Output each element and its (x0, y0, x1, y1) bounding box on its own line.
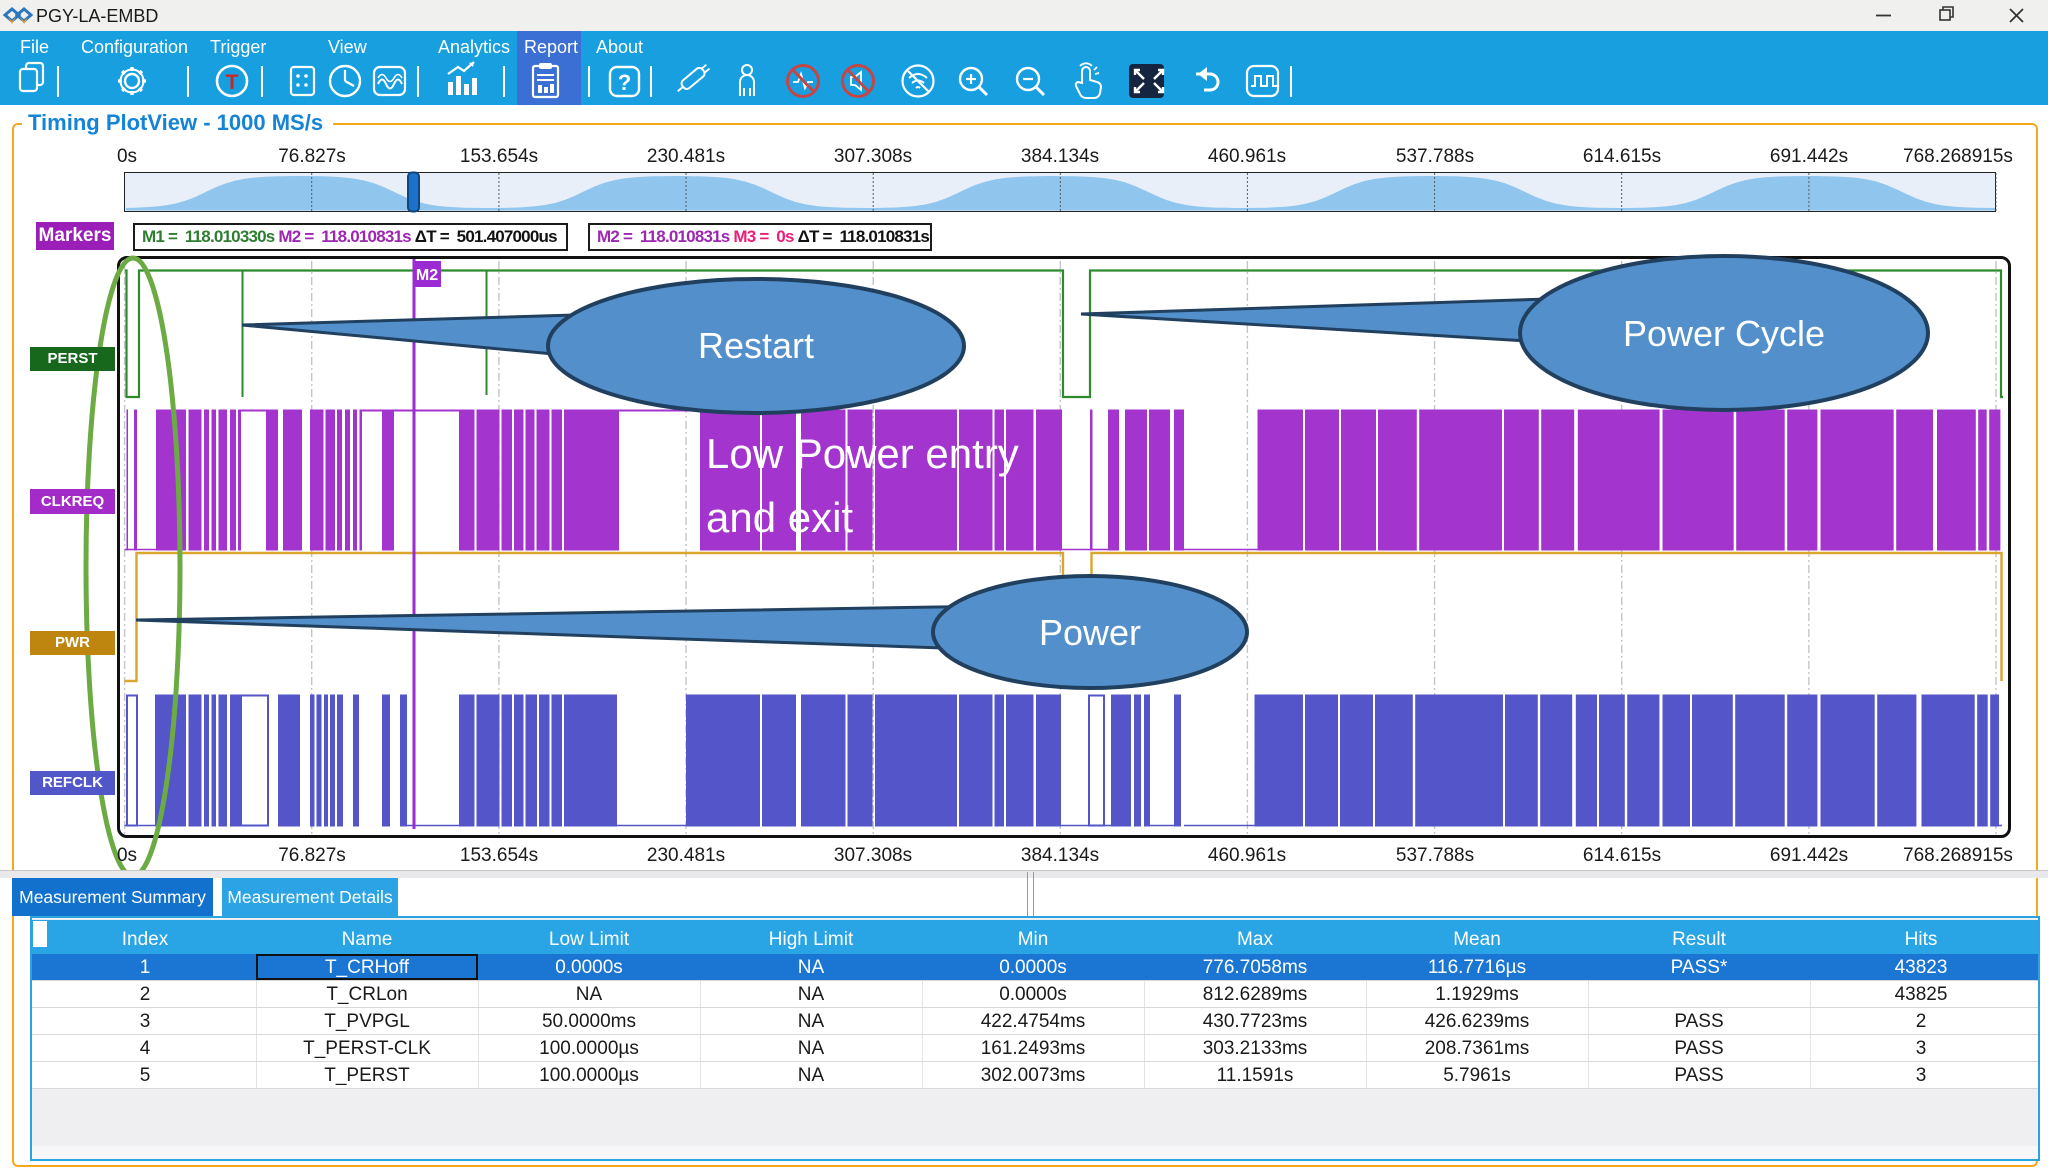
svg-text:Restart: Restart (698, 325, 814, 366)
svg-text:M2: M2 (416, 267, 438, 284)
svg-text:Power: Power (1039, 612, 1141, 653)
svg-text:Power Cycle: Power Cycle (1623, 313, 1825, 354)
svg-text:Low Power entry: Low Power entry (706, 430, 1019, 477)
svg-text:and exit: and exit (706, 494, 853, 541)
